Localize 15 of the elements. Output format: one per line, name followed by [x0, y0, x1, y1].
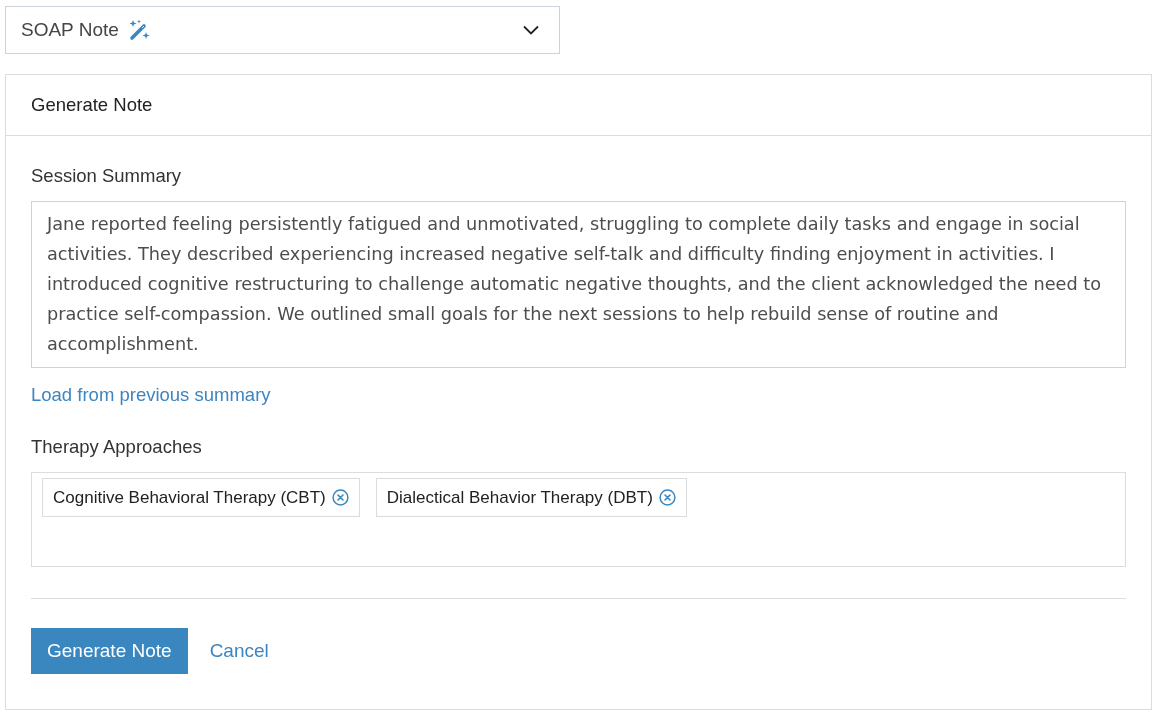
- chevron-down-icon: [523, 25, 539, 35]
- note-type-dropdown[interactable]: SOAP Note: [5, 6, 560, 54]
- magic-wand-icon: [127, 19, 150, 41]
- summary-textarea[interactable]: Jane reported feeling persistently fatigued and unmotivated, struggling to complete daily tasks and engage in social activities. They described experiencing increased negative self-talk and difficulty finding enjoyment in activities. I introduced cognitive restructuring to challenge automatic negative thoughts, and the client acknowledged the need to practice self-compassion. We outlined small goals for the next sessions to help rebuild sense of routine and accomplishment.: [31, 201, 1126, 368]
- card-title: Generate Note: [31, 93, 153, 118]
- load-previous-link[interactable]: Load from previous summary: [31, 383, 271, 407]
- remove-icon[interactable]: [658, 489, 676, 506]
- tag-label: Cognitive Behavioral Therapy (CBT): [53, 486, 326, 509]
- cancel-link[interactable]: Cancel: [209, 636, 269, 666]
- remove-icon[interactable]: [331, 489, 349, 506]
- generate-note-button[interactable]: Generate Note: [31, 628, 188, 674]
- field-label: Session Summary: [31, 164, 183, 188]
- tag-label: Dialectical Behavior Therapy (DBT): [386, 486, 653, 509]
- field-label: Therapy Approaches: [31, 435, 203, 459]
- tag-input-field[interactable]: Cognitive Behavioral Therapy (CBT) Dialectical Behavior Therapy (DBT): [31, 472, 1126, 567]
